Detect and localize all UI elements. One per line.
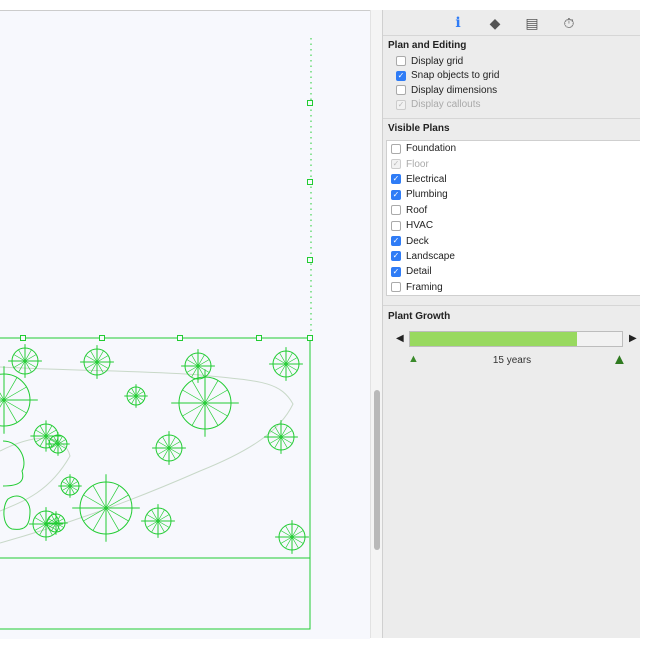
tag-icon[interactable]: ◆ xyxy=(486,14,504,32)
option-display-callouts: ✓ Display callouts xyxy=(383,98,641,113)
selection-handle xyxy=(307,257,313,263)
plan-landscape[interactable]: ✓ Landscape xyxy=(387,249,640,264)
selection-handle xyxy=(20,335,26,341)
checkbox-label: Deck xyxy=(406,235,429,247)
plan-editing-title: Plan and Editing xyxy=(388,40,467,51)
checkbox[interactable] xyxy=(391,205,401,216)
plan-deck[interactable]: ✓ Deck xyxy=(387,233,640,248)
plan-editing-options: Display grid ✓ Snap objects to grid Display… xyxy=(383,54,641,112)
inspector-toolbar: i ◆ ▤ ⏱ xyxy=(383,10,641,36)
selection-handle xyxy=(307,100,313,106)
plant-growth-fill xyxy=(410,332,578,346)
checkbox[interactable] xyxy=(391,282,401,293)
plan-plumbing[interactable]: ✓ Plumbing xyxy=(387,187,640,202)
checkbox[interactable] xyxy=(391,143,401,154)
checkbox: ✓ xyxy=(396,99,406,110)
plan-electrical[interactable]: ✓ Electrical xyxy=(387,172,640,187)
visible-plans-list: Foundation ✓ Floor ✓ Electrical ✓ Plumbing Roof… xyxy=(386,140,641,296)
checkbox-label: Foundation xyxy=(406,143,457,155)
plan-framing[interactable]: Framing xyxy=(387,280,640,295)
plant-growth-control: ◀ ▶ ▲ ▲ 15 years xyxy=(383,325,641,405)
selection-handle xyxy=(177,335,183,341)
stopwatch-icon[interactable]: ⏱ xyxy=(560,14,578,32)
selection-handle xyxy=(99,335,105,341)
decrease-arrow-icon[interactable]: ◀ xyxy=(396,333,404,344)
checkbox[interactable]: ✓ xyxy=(391,251,401,262)
checkbox-label: Detail xyxy=(406,266,432,278)
option-snap-objects-to-grid[interactable]: ✓ Snap objects to grid xyxy=(383,69,641,84)
plan-floor: ✓ Floor xyxy=(387,156,640,171)
plan-roof[interactable]: Roof xyxy=(387,203,640,218)
checkbox-label: Roof xyxy=(406,204,428,216)
plant-growth-slider[interactable] xyxy=(409,331,623,347)
checkbox-label: Plumbing xyxy=(406,189,448,201)
plan-foundation[interactable]: Foundation xyxy=(387,141,640,156)
pond-outline xyxy=(3,495,31,530)
plant-spoke xyxy=(0,399,5,408)
checkbox[interactable] xyxy=(396,85,406,96)
checkbox: ✓ xyxy=(391,159,401,170)
growth-years-label: 15 years xyxy=(492,355,532,366)
checkbox[interactable]: ✓ xyxy=(396,70,406,81)
checkbox-label: Display grid xyxy=(411,55,464,67)
selection-handle xyxy=(307,335,313,341)
option-display-dimensions[interactable]: Display dimensions xyxy=(383,83,641,98)
checkbox-label: Snap objects to grid xyxy=(411,70,500,82)
visible-plans-title: Visible Plans xyxy=(388,123,450,134)
checkbox-label: Display dimensions xyxy=(411,84,498,96)
checkbox-label: Landscape xyxy=(406,250,455,262)
chair-icon[interactable]: ▤ xyxy=(523,14,541,32)
selection-handle xyxy=(256,335,262,341)
garden-bed-outline xyxy=(0,437,71,512)
inspector-panel: i ◆ ▤ ⏱ Plan and Editing Display grid ✓ Sn… xyxy=(382,10,641,638)
garden-bed-outline xyxy=(0,366,294,544)
landscape-plan[interactable] xyxy=(0,11,370,639)
info-icon[interactable]: i xyxy=(449,14,467,32)
checkbox-label: Floor xyxy=(406,158,429,170)
checkbox[interactable]: ✓ xyxy=(391,236,401,247)
plan-detail[interactable]: ✓ Detail xyxy=(387,264,640,279)
option-display-grid[interactable]: Display grid xyxy=(383,54,641,69)
plan-hvac[interactable]: HVAC xyxy=(387,218,640,233)
checkbox[interactable]: ✓ xyxy=(391,266,401,277)
checkbox-label: HVAC xyxy=(406,220,434,232)
increase-arrow-icon[interactable]: ▶ xyxy=(629,333,637,344)
checkbox[interactable] xyxy=(396,56,406,67)
plan-canvas[interactable] xyxy=(0,10,370,639)
property-boundary xyxy=(0,337,311,630)
scrollbar-thumb[interactable] xyxy=(374,390,380,550)
checkbox[interactable]: ✓ xyxy=(391,189,401,200)
checkbox[interactable] xyxy=(391,220,401,231)
checkbox[interactable]: ✓ xyxy=(391,174,401,185)
checkbox-label: Display callouts xyxy=(411,99,481,111)
checkbox-label: Framing xyxy=(406,281,443,293)
plant-spoke xyxy=(0,392,5,401)
selection-handle xyxy=(307,179,313,185)
plant-growth-title: Plant Growth xyxy=(388,311,451,322)
checkbox-label: Electrical xyxy=(406,173,447,185)
